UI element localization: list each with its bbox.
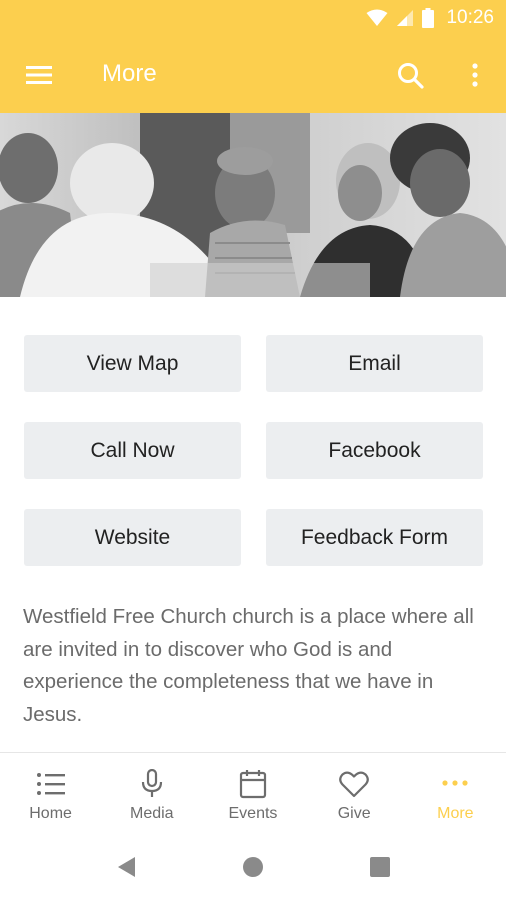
wifi-icon [366,9,388,26]
status-bar: 10:26 [0,0,506,36]
more-dots-icon [442,780,468,786]
search-icon [398,63,424,89]
page-title: More [102,60,157,87]
view-map-button[interactable]: View Map [24,335,241,392]
cell-signal-icon [397,10,414,26]
nav-item-media[interactable]: Media [101,753,202,833]
back-triangle-icon[interactable] [112,852,142,882]
website-button[interactable]: Website [24,509,241,566]
home-circle-icon[interactable] [238,852,268,882]
status-time: 10:26 [446,7,494,28]
facebook-button[interactable]: Facebook [266,422,483,479]
nav-item-more[interactable]: More [405,753,506,833]
email-button[interactable]: Email [266,335,483,392]
battery-icon [422,8,435,28]
feedback-form-button[interactable]: Feedback Form [266,509,483,566]
nav-item-events[interactable]: Events [202,753,303,833]
nav-label-media: Media [129,805,174,822]
search-button[interactable] [393,58,429,94]
system-navigation-bar [0,832,506,900]
nav-label-more: More [437,805,474,822]
calendar-icon [239,770,267,799]
heart-icon [339,771,369,798]
nav-item-home[interactable]: Home [0,753,101,833]
app-bar: 10:26 More [0,0,506,113]
recents-square-icon[interactable] [365,852,395,882]
church-description: Westfield Free Church church is a place … [23,605,474,726]
menu-button[interactable] [22,60,58,90]
hero-photo-illustration [0,113,506,297]
nav-label-home: Home [29,805,72,822]
call-now-button[interactable]: Call Now [24,422,241,479]
vertical-dots-icon [472,63,478,87]
hamburger-menu-icon [26,66,52,84]
microphone-icon [141,769,162,797]
list-icon [36,773,65,795]
nav-item-give[interactable]: Give [304,753,405,833]
nav-label-events: Events [228,805,278,822]
toolbar: More [0,36,506,113]
overflow-menu-button[interactable] [462,58,488,94]
bottom-navigation: Home Media Events Give More [0,752,506,832]
hero-photo [0,113,506,297]
nav-label-give: Give [337,805,371,822]
status-icons: 10:26 [366,0,494,36]
